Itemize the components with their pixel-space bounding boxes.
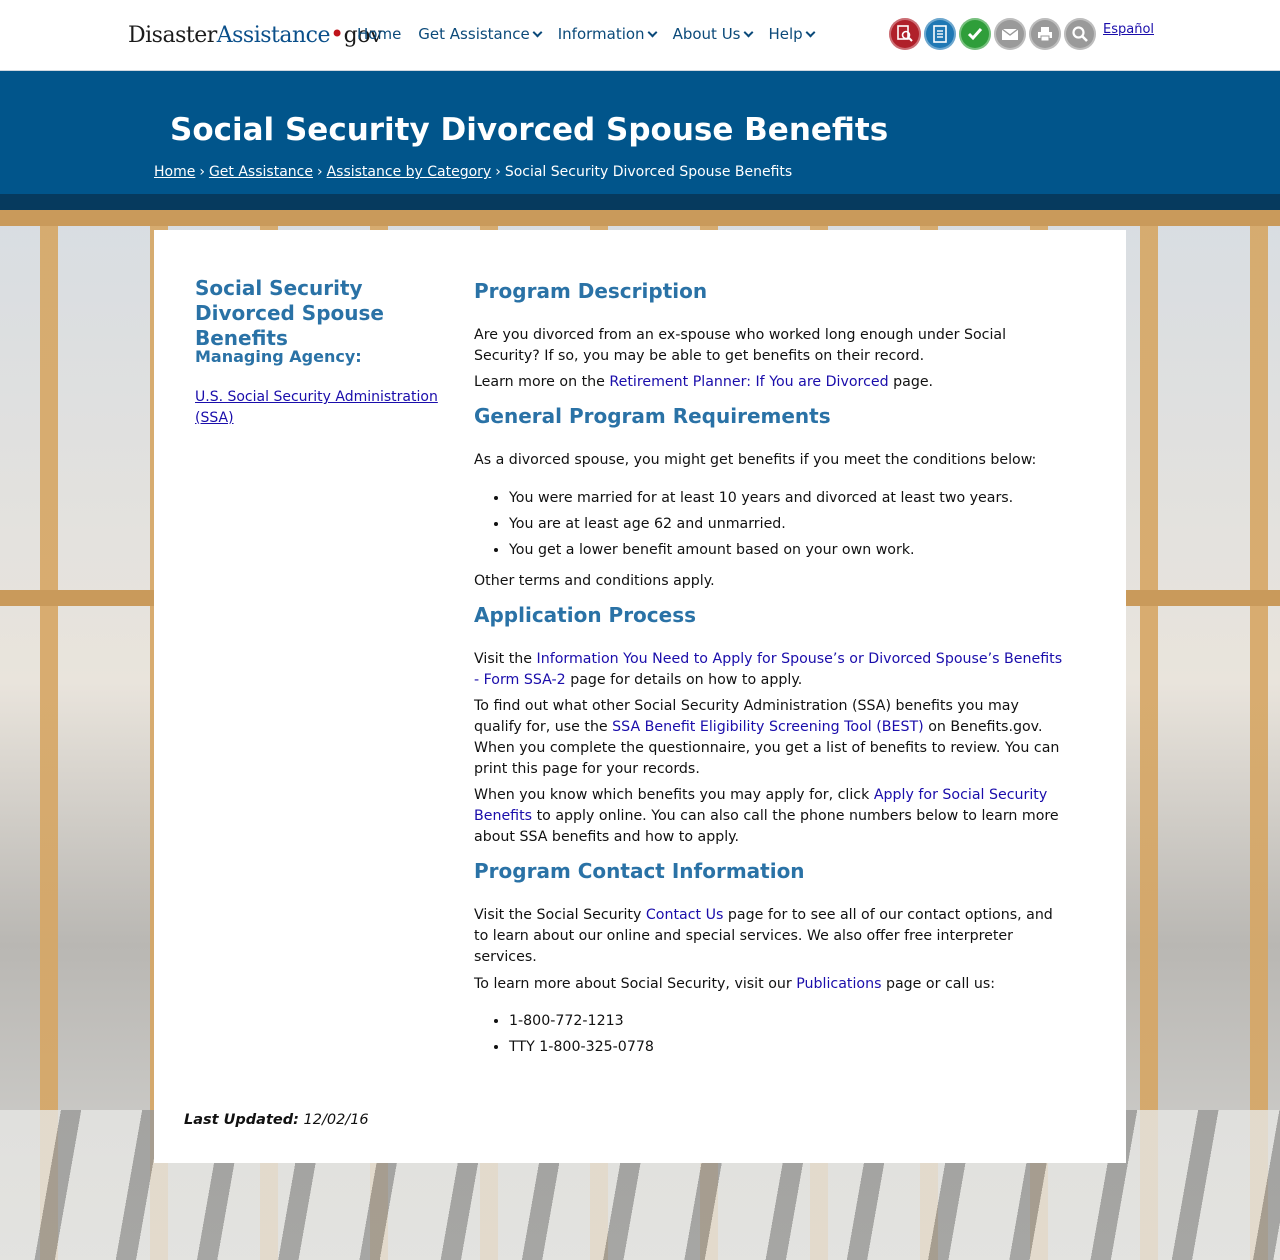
nav-item-help-label: Help <box>768 25 803 43</box>
last-updated: Last Updated: 12/02/16 <box>184 1112 369 1128</box>
requirements-outro: Other terms and conditions apply. <box>474 573 715 589</box>
nav-item-home[interactable]: Home <box>357 25 401 43</box>
content-card: Social Security Divorced Spouse Benefits… <box>154 230 1126 1163</box>
text-span: Visit the Social Security <box>474 907 646 923</box>
logo-dot: • <box>330 20 344 48</box>
heading-application-process: Application Process <box>474 603 697 627</box>
contact-us-link[interactable]: Contact Us <box>646 907 723 923</box>
utility-icons <box>889 18 1099 50</box>
list-item: TTY 1-800-325-0778 <box>509 1034 1064 1060</box>
top-navigation-bar: DisasterAssistance•gov Home Get Assistan… <box>0 0 1280 71</box>
breadcrumb-separator: › <box>199 164 205 180</box>
text-span: Learn more on the <box>474 374 610 390</box>
publications-link[interactable]: Publications <box>796 976 881 992</box>
main-content: Program Description Are you divorced fro… <box>474 278 1064 1060</box>
background-beam <box>0 210 1280 226</box>
heading-general-requirements: General Program Requirements <box>474 404 831 428</box>
nav-item-help[interactable]: Help <box>768 25 816 43</box>
text-span: to apply online. You can also call the p… <box>474 808 1059 845</box>
chevron-down-icon <box>647 27 658 38</box>
nav-item-about-us[interactable]: About Us <box>672 25 753 43</box>
email-icon[interactable] <box>994 18 1026 50</box>
phone-list: 1-800-772-1213 TTY 1-800-325-0778 <box>474 1008 1064 1060</box>
chevron-down-icon <box>743 27 753 38</box>
last-updated-label: Last Updated: <box>184 1112 299 1128</box>
breadcrumb-assistance-by-category[interactable]: Assistance by Category <box>327 164 492 180</box>
chevron-down-icon <box>532 27 543 38</box>
breadcrumb: Home › Get Assistance › Assistance by Catego… <box>154 164 792 180</box>
managing-agency-heading: Managing Agency: <box>195 347 362 366</box>
page-banner: Social Security Divorced Spouse Benefits… <box>0 71 1280 210</box>
breadcrumb-get-assistance[interactable]: Get Assistance <box>209 164 313 180</box>
find-assistance-icon[interactable] <box>889 18 921 50</box>
nav-item-information[interactable]: Information <box>557 25 658 43</box>
contact-paragraph-1: Visit the Social Security Contact Us pag… <box>474 905 1064 968</box>
check-status-icon[interactable] <box>959 18 991 50</box>
requirements-list: You were married for at least 10 years a… <box>474 485 1064 563</box>
logo-text-assistance: Assistance <box>216 23 331 48</box>
nav-item-about-us-label: About Us <box>672 25 741 43</box>
last-updated-value: 12/02/16 <box>303 1112 369 1128</box>
list-item: You are at least age 62 and unmarried. <box>509 511 1064 537</box>
breadcrumb-separator: › <box>316 164 323 180</box>
application-paragraph-2: To find out what other Social Security A… <box>474 696 1064 780</box>
nav-item-home-label: Home <box>357 25 402 43</box>
best-tool-link[interactable]: SSA Benefit Eligibility Screening Tool (… <box>612 719 924 735</box>
text-span: page. <box>888 374 934 390</box>
print-icon[interactable] <box>1029 18 1061 50</box>
requirements-intro: As a divorced spouse, you might get bene… <box>474 452 1037 468</box>
breadcrumb-home[interactable]: Home <box>154 164 195 180</box>
logo-text-disaster: Disaster <box>128 23 217 48</box>
language-link-espanol[interactable]: Español <box>1103 22 1154 37</box>
search-icon[interactable] <box>1064 18 1096 50</box>
nav-item-get-assistance-label: Get Assistance <box>418 25 530 43</box>
application-paragraph-1: Visit the Information You Need to Apply … <box>474 649 1064 691</box>
sidebar-title: Social Security Divorced Spouse Benefits <box>195 276 384 350</box>
description-paragraph: Are you divorced from an ex-spouse who w… <box>474 327 1007 364</box>
heading-program-description: Program Description <box>474 279 708 303</box>
breadcrumb-current: Social Security Divorced Spouse Benefits <box>504 164 793 180</box>
text-span: When you know which benefits you may app… <box>474 787 874 803</box>
chevron-down-icon <box>805 27 816 38</box>
list-item: You get a lower benefit amount based on … <box>509 537 1064 563</box>
text-span: To learn more about Social Security, vis… <box>474 976 797 992</box>
list-item: 1-800-772-1213 <box>509 1008 1064 1034</box>
nav-item-information-label: Information <box>557 25 645 43</box>
text-span: page or call us: <box>881 976 995 992</box>
page-title: Social Security Divorced Spouse Benefits <box>170 112 889 148</box>
heading-program-contact: Program Contact Information <box>474 859 805 883</box>
main-menu: Home Get Assistance Information About Us… <box>357 25 831 43</box>
managing-agency-link[interactable]: U.S. Social Security Administration (SSA… <box>195 387 445 429</box>
text-span: page for details on how to apply. <box>565 672 803 688</box>
text-span: Visit the <box>474 651 537 667</box>
site-logo[interactable]: DisasterAssistance•gov <box>128 20 382 48</box>
breadcrumb-separator: › <box>495 164 501 180</box>
list-item: You were married for at least 10 years a… <box>509 485 1064 511</box>
application-paragraph-3: When you know which benefits you may app… <box>474 785 1064 848</box>
retirement-planner-link[interactable]: Retirement Planner: If You are Divorced <box>609 374 888 390</box>
description-learn-more: Learn more on the Retirement Planner: If… <box>474 372 1064 393</box>
contact-paragraph-2: To learn more about Social Security, vis… <box>474 974 1064 995</box>
apply-online-icon[interactable] <box>924 18 956 50</box>
nav-item-get-assistance[interactable]: Get Assistance <box>418 25 543 43</box>
